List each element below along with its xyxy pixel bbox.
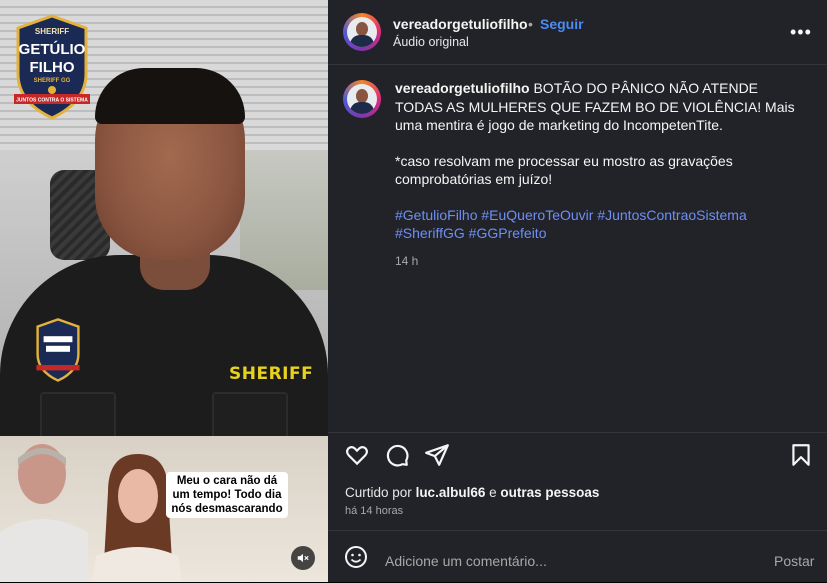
caption-time: 14 h — [395, 254, 419, 268]
comment-input[interactable]: Adicione um comentário... — [385, 553, 547, 569]
more-options-button[interactable]: ••• — [790, 22, 812, 43]
mute-icon — [297, 553, 309, 563]
likes-summary: Curtido por luc.albul66 e outras pessoas — [345, 485, 599, 500]
author-username[interactable]: vereadorgetuliofilho — [393, 16, 528, 32]
post-header: vereadorgetuliofilho • Seguir Áudio orig… — [328, 0, 827, 65]
header-separator: • — [528, 16, 533, 32]
post-side-panel: vereadorgetuliofilho • Seguir Áudio orig… — [328, 0, 827, 582]
original-audio-link[interactable]: Áudio original — [393, 35, 469, 49]
liked-by-prefix: Curtido por — [345, 485, 412, 500]
post-caption: vereadorgetuliofilho BOTÃO DO PÂNICO NÃO… — [395, 79, 805, 260]
emoji-icon[interactable] — [344, 545, 368, 569]
sheriff-logo: SHERIFF GETÚLIO FILHO SHERIFF GG JUNTOS … — [14, 14, 90, 120]
author-avatar[interactable] — [343, 13, 381, 51]
shirt-pocket-left — [40, 392, 116, 440]
liked-by-others[interactable]: outras pessoas — [500, 485, 599, 500]
logo-line3: FILHO — [30, 59, 75, 76]
shirt-logo-patch — [36, 318, 80, 382]
logo-line5: JUNTOS CONTRA O SISTEMA — [16, 98, 88, 104]
shirt-sheriff-text: SHERIFF — [229, 364, 314, 384]
video-caption-bubble: Meu o cara não dá um tempo! Todo dia nós… — [166, 472, 288, 518]
logo-line1: SHERIFF — [35, 27, 69, 36]
liked-by-and: e — [489, 485, 497, 500]
follow-button[interactable]: Seguir — [540, 16, 584, 32]
post-time: há 14 horas — [345, 505, 404, 517]
liked-by-user[interactable]: luc.albul66 — [416, 485, 486, 500]
more-icon: ••• — [790, 22, 812, 42]
caption-avatar[interactable] — [343, 80, 381, 118]
logo-line4: SHERIFF GG — [34, 78, 71, 84]
overlay-person-left — [0, 444, 88, 582]
reel-video[interactable]: SHERIFF SHERIFF GETÚLIO FILHO SHERIFF GG… — [0, 0, 328, 582]
comment-icon[interactable] — [384, 442, 410, 468]
person-hair — [95, 68, 245, 124]
comment-bar: Adicione um comentário... Postar — [328, 530, 827, 583]
shirt-pocket-right — [212, 392, 288, 440]
mute-button[interactable] — [291, 546, 315, 570]
action-bar — [328, 432, 827, 473]
logo-line2: GETÚLIO — [19, 40, 86, 58]
caption-hashtags[interactable]: #GetulioFilho #EuQueroTeOuvir #JuntosCon… — [395, 206, 805, 243]
caption-text-2: *caso resolvam me processar eu mostro as… — [395, 152, 733, 188]
share-icon[interactable] — [424, 442, 450, 468]
caption-username[interactable]: vereadorgetuliofilho — [395, 80, 530, 96]
bookmark-icon[interactable] — [788, 442, 814, 468]
post-comment-button[interactable]: Postar — [774, 553, 814, 569]
heart-icon[interactable] — [344, 442, 370, 468]
